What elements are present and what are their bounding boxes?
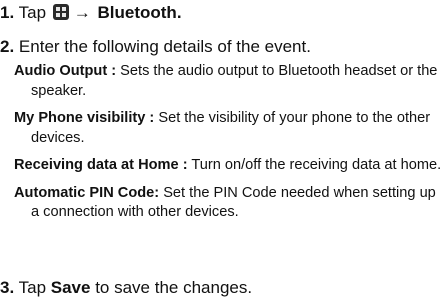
detail-term: Audio Output :	[14, 63, 117, 79]
step-3-prefix: Tap	[18, 278, 47, 297]
details-list: Audio Output : Sets the audio output to …	[14, 62, 444, 231]
step-3-number: 3.	[0, 278, 15, 297]
detail-my-phone-visibility: My Phone visibility : Set the visibility…	[14, 109, 444, 148]
menu-grid-icon	[52, 4, 69, 20]
detail-description: Turn on/off the receiving data at home.	[187, 157, 442, 173]
arrow-icon: →	[73, 3, 91, 22]
step-3-target: Save	[50, 278, 91, 297]
step-1-prefix: Tap	[18, 3, 47, 22]
detail-automatic-pin-code: Automatic PIN Code: Set the PIN Code nee…	[14, 184, 444, 223]
detail-term: Receiving data at Home :	[14, 157, 188, 173]
detail-audio-output: Audio Output : Sets the audio output to …	[14, 62, 444, 101]
detail-term: Automatic PIN Code:	[14, 184, 160, 201]
step-3: 3. Tap Save to save the changes.	[0, 278, 252, 298]
step-1-number: 1.	[0, 3, 15, 22]
step-2: 2. Enter the following details of the ev…	[0, 37, 311, 57]
detail-receiving-data-at-home: Receiving data at Home : Turn on/off the…	[14, 156, 444, 176]
step-2-number: 2.	[0, 37, 15, 56]
detail-term: My Phone visibility :	[14, 110, 155, 126]
step-3-suffix: to save the changes.	[95, 278, 253, 297]
step-1-target: Bluetooth.	[97, 3, 182, 22]
step-1: 1. Tap → Bluetooth.	[0, 3, 182, 23]
step-2-text: Enter the following details of the event…	[18, 37, 311, 56]
instruction-page: 1. Tap → Bluetooth. 2. Enter the followi…	[0, 0, 445, 302]
